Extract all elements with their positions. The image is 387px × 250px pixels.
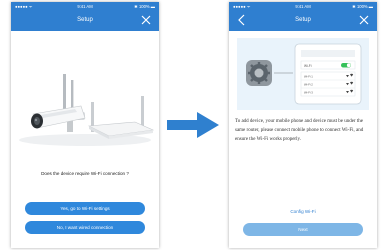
wifi-settings-diagram: Wi-Fi Wi-Fi 1 Wi-Fi 2 Wi-Fi 3 bbox=[237, 38, 369, 110]
camera-image bbox=[31, 74, 86, 132]
nav-bar: Setup bbox=[229, 11, 377, 29]
app-header: ●●●●● ᯤ 9:41 AM ✱ 100% ▬ Setup bbox=[229, 2, 377, 31]
close-icon[interactable] bbox=[355, 11, 373, 29]
wifi-network-2: Wi-Fi 2 bbox=[304, 83, 313, 87]
nav-bar: Setup bbox=[11, 11, 159, 29]
wifi-toggle-label: Wi-Fi bbox=[304, 64, 312, 68]
close-icon[interactable] bbox=[137, 11, 155, 29]
status-bar: ●●●●● ᯤ 9:41 AM ✱ 100% ▬ bbox=[11, 3, 159, 10]
camera-router-illustration bbox=[19, 74, 155, 146]
battery-indicator: ✱ 100% ▬ bbox=[134, 4, 155, 9]
arrow-right-icon bbox=[167, 112, 219, 138]
setup-screen-wifi-question: ●●●●● ᯤ 9:41 AM ✱ 100% ▬ Setup Does the … bbox=[11, 2, 159, 248]
wired-connection-button[interactable]: No, I want wired connection bbox=[25, 221, 145, 234]
setup-screen-wifi-instructions: ●●●●● ᯤ 9:41 AM ✱ 100% ▬ Setup Wi-Fi Wi-… bbox=[229, 2, 377, 248]
next-button[interactable]: Next bbox=[243, 223, 363, 236]
router-image bbox=[87, 96, 155, 139]
settings-gear-icon bbox=[246, 60, 272, 86]
status-bar: ●●●●● ᯤ 9:41 AM ✱ 100% ▬ bbox=[229, 3, 377, 10]
instruction-text: To add device, your mobile phone and dev… bbox=[235, 119, 364, 142]
wifi-question-text: Does the device require Wi-Fi connection… bbox=[41, 171, 129, 176]
app-header: ●●●●● ᯤ 9:41 AM ✱ 100% ▬ Setup bbox=[11, 2, 159, 31]
wifi-settings-button[interactable]: Yes, go to Wi-Fi settings bbox=[25, 202, 145, 215]
wifi-network-1: Wi-Fi 1 bbox=[304, 75, 313, 79]
config-wifi-link[interactable]: Config Wi-Fi bbox=[229, 209, 377, 214]
battery-indicator: ✱ 100% ▬ bbox=[352, 4, 373, 9]
wifi-network-3: Wi-Fi 3 bbox=[304, 91, 313, 95]
